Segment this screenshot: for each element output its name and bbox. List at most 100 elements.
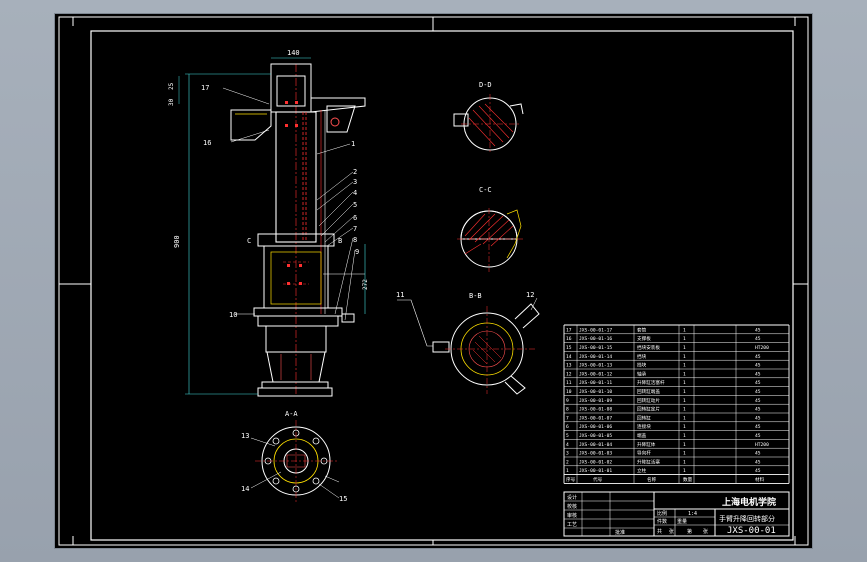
bom-header-index: 序号 [566, 476, 576, 483]
tb-label-process: 工艺 [567, 522, 577, 528]
balloon-8: 8 [353, 236, 357, 244]
bom-cell-qty: 1 [683, 354, 686, 360]
bom-cell-qty: 1 [683, 424, 686, 430]
bom-cell-name: 升降缸活塞 [637, 458, 660, 465]
bom-cell-material: 45 [755, 459, 761, 465]
bom-cell-material: HT200 [755, 345, 769, 351]
tb-scale-label: 比例 [657, 510, 667, 517]
bom-cell-code: JXS-00-01-14 [579, 354, 612, 360]
bom-cell-code: JXS-00-01-17 [579, 327, 612, 333]
balloon-5: 5 [353, 201, 357, 209]
bom-cell-index: 12 [566, 371, 572, 377]
bom-cell-qty: 1 [683, 398, 686, 404]
cad-viewport[interactable]: 140 900 25 30 272 C B 17 16 1 2 3 4 5 6 … [0, 0, 867, 562]
section-a-view [250, 420, 340, 502]
bom-cell-material: 45 [755, 407, 761, 413]
bom-cell-index: 16 [566, 336, 572, 342]
balloon-10: 10 [229, 311, 237, 319]
balloon-2: 2 [353, 168, 357, 176]
bom-cell-qty: 1 [683, 407, 686, 413]
bom-cell-qty: 1 [683, 433, 686, 439]
bom-cell-qty: 1 [683, 451, 686, 457]
tb-no-label: 第 [687, 528, 692, 535]
balloon-4: 4 [353, 189, 357, 197]
cut-label-b: B [338, 237, 342, 245]
bom-cell-name: 挡块安装板 [637, 344, 660, 351]
bom-cell-qty: 1 [683, 345, 686, 351]
bom-header-name: 名称 [647, 476, 657, 483]
tb-weight-label: 重量 [677, 518, 687, 525]
bom-cell-name: 升降缸体 [637, 441, 656, 448]
balloon-13: 13 [241, 432, 249, 440]
bom-cell-index: 11 [566, 380, 572, 386]
bom-cell-code: JXS-00-01-02 [579, 459, 612, 465]
bom-cell-qty: 1 [683, 389, 686, 395]
bom-cell-code: JXS-00-01-16 [579, 336, 612, 342]
main-elevation-view [178, 57, 366, 397]
bom-cell-code: JXS-00-01-05 [579, 433, 612, 439]
bom-cell-material: 45 [755, 424, 761, 430]
bom-cell-code: JXS-00-01-15 [579, 345, 612, 351]
balloon-16: 16 [203, 139, 211, 147]
balloon-1: 1 [351, 140, 355, 148]
tb-label-check: 校核 [567, 503, 577, 510]
bom-cell-material: 45 [755, 398, 761, 404]
bom-cell-index: 5 [566, 433, 569, 439]
bom-cell-qty: 1 [683, 380, 686, 386]
bom-cell-material: 45 [755, 380, 761, 386]
balloon-6: 6 [353, 214, 357, 222]
bom-cell-qty: 1 [683, 459, 686, 465]
bom-cell-material: 45 [755, 389, 761, 395]
bom-header-code: 代号 [593, 476, 603, 483]
bom-cell-material: 45 [755, 433, 761, 439]
tb-sheet-label: 张 [669, 528, 674, 535]
bom-cell-qty: 1 [683, 415, 686, 421]
bom-cell-name: 回转缸 [637, 414, 651, 421]
bom-header-material: 材料 [755, 476, 765, 483]
bom-cell-name: 端盖 [637, 432, 647, 439]
bom-cell-index: 4 [566, 442, 569, 448]
section-b-view [397, 297, 540, 395]
bom-cell-index: 14 [566, 354, 572, 360]
bom-cell-code: JXS-00-01-08 [579, 407, 612, 413]
bom-cell-index: 13 [566, 363, 572, 369]
bom-cell-name: 回转缸端盖 [637, 388, 660, 395]
bom-cell-name: 导向杆 [637, 450, 651, 457]
tb-school-name: 上海电机学院 [722, 496, 776, 508]
bom-cell-name: 套筒 [637, 326, 647, 333]
section-d-view [453, 94, 524, 154]
drawing-sheet: 140 900 25 30 272 C B 17 16 1 2 3 4 5 6 … [55, 14, 812, 548]
bom-cell-index: 15 [566, 345, 572, 351]
bom-cell-index: 7 [566, 415, 569, 421]
bom-cell-code: JXS-00-01-04 [579, 442, 612, 448]
bom-cell-material: 45 [755, 336, 761, 342]
section-a-label: A-A [285, 410, 298, 418]
bom-cell-qty: 1 [683, 336, 686, 342]
bom-cell-qty: 1 [683, 442, 686, 448]
bom-cell-qty: 1 [683, 327, 686, 333]
bom-cell-index: 2 [566, 459, 569, 465]
balloon-14: 14 [241, 485, 249, 493]
bom-cell-code: JXS-00-01-11 [579, 380, 612, 386]
dim-left-small-1: 25 [168, 82, 175, 90]
bom-cell-name: 回转缸定片 [637, 406, 660, 413]
bom-header-qty: 数量 [683, 476, 693, 483]
balloon-11: 11 [396, 291, 404, 299]
bom-cell-code: JXS-00-01-09 [579, 398, 612, 404]
dim-right-mid: 272 [362, 279, 369, 290]
bom-cell-name: 立柱 [637, 467, 647, 474]
balloon-7: 7 [353, 225, 357, 233]
bom-cell-index: 1 [566, 468, 569, 474]
bom-cell-code: JXS-00-01-13 [579, 363, 612, 369]
tb-label-review: 审核 [567, 512, 577, 519]
bom-cell-code: JXS-00-01-07 [579, 415, 612, 421]
tb-scale-value: 1:4 [688, 511, 697, 517]
bom-cell-qty: 1 [683, 468, 686, 474]
bom-cell-index: 17 [566, 327, 572, 333]
section-c-view [457, 208, 525, 272]
bom-cell-qty: 1 [683, 363, 686, 369]
bom-cell-material: 45 [755, 363, 761, 369]
tb-label-design: 设计 [567, 494, 577, 501]
bom-cell-index: 8 [566, 407, 569, 413]
bom-cell-name: 升降缸活塞杆 [637, 379, 665, 386]
